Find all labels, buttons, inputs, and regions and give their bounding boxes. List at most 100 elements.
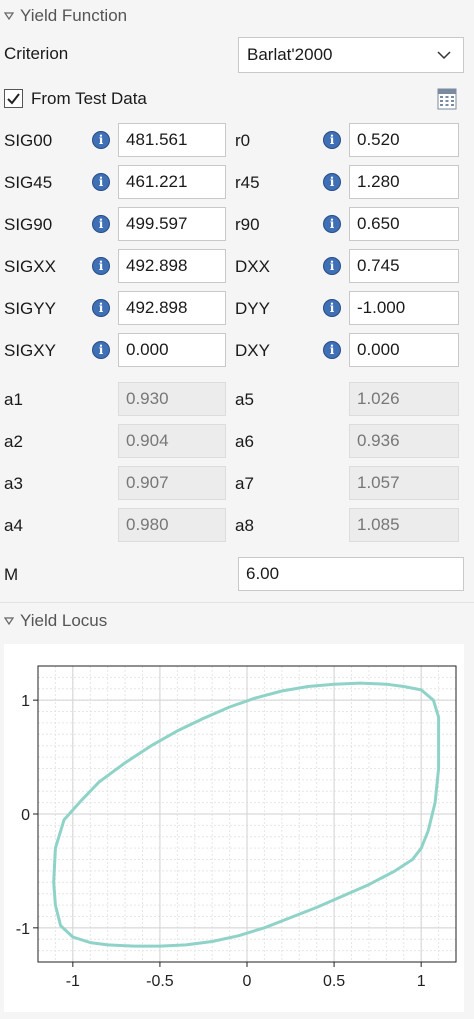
coeff-value: 0.936 [357, 431, 400, 450]
param-label: SIGXY [4, 341, 56, 360]
param-value: 0.000 [357, 340, 400, 359]
yield-function-header[interactable]: Yield Function [0, 2, 127, 30]
m-field[interactable]: 6.00 [238, 557, 464, 591]
info-icon[interactable]: i [323, 173, 341, 191]
coeff-field: 0.904 [118, 424, 226, 458]
yield-locus-plot[interactable]: -1 -0.5 0 0.5 1 -1 0 1 [4, 644, 464, 1012]
section-title: Yield Function [20, 6, 128, 25]
coeff-label: a4 [4, 516, 23, 535]
coeff-field: 0.907 [118, 466, 226, 500]
y-tick-label: 0 [21, 807, 30, 824]
coeff-value: 1.057 [357, 473, 400, 492]
param-field[interactable]: 0.000 [118, 333, 226, 367]
info-icon[interactable]: i [323, 131, 341, 149]
param-field[interactable]: 1.280 [349, 165, 459, 199]
coeff-field: 1.026 [349, 382, 459, 416]
info-icon[interactable]: i [92, 173, 110, 191]
coeff-field: 0.980 [118, 508, 226, 542]
coeff-value: 0.907 [126, 473, 169, 492]
criterion-value: Barlat'2000 [247, 45, 333, 64]
coeff-label: a2 [4, 432, 23, 451]
param-label: r0 [235, 131, 251, 150]
param-value: 461.221 [126, 172, 188, 191]
coeff-label: a6 [235, 432, 254, 451]
collapse-triangle-icon [4, 12, 14, 21]
table-icon[interactable] [437, 88, 457, 110]
criterion-select[interactable]: Barlat'2000 [238, 37, 464, 73]
param-label: r90 [235, 215, 260, 234]
coeff-value: 1.026 [357, 389, 400, 408]
param-field[interactable]: 499.597 [118, 207, 226, 241]
param-field[interactable]: 0.745 [349, 249, 459, 283]
coeff-label: a1 [4, 390, 23, 409]
coeff-value: 1.085 [357, 515, 400, 534]
param-field[interactable]: 0.000 [349, 333, 459, 367]
x-tick-label: -0.5 [146, 973, 174, 990]
param-field[interactable]: 0.520 [349, 123, 459, 157]
coeff-value: 0.904 [126, 431, 169, 450]
param-label: DXX [235, 257, 270, 276]
m-label: M [4, 565, 19, 584]
coeff-field: 0.936 [349, 424, 459, 458]
info-icon[interactable]: i [323, 341, 341, 359]
yield-locus-chart: -1 -0.5 0 0.5 1 -1 0 1 [16, 665, 457, 990]
from-test-data-checkbox[interactable] [4, 89, 23, 108]
info-icon[interactable]: i [92, 341, 110, 359]
coeff-value: 0.930 [126, 389, 169, 408]
param-label: DYY [235, 299, 270, 318]
param-field[interactable]: 492.898 [118, 249, 226, 283]
x-tick-label: -1 [66, 973, 80, 990]
coeff-field: 1.057 [349, 466, 459, 500]
x-tick-label: 1 [417, 973, 426, 990]
param-field[interactable]: 0.650 [349, 207, 459, 241]
coeff-value: 0.980 [126, 515, 169, 534]
param-value: 0.745 [357, 256, 400, 275]
param-label: r45 [235, 173, 260, 192]
param-label: SIGYY [4, 299, 56, 318]
param-label: SIG00 [4, 131, 53, 150]
param-value: -1.000 [357, 298, 406, 317]
y-tick-label: 1 [21, 693, 30, 710]
param-label: SIGXX [4, 257, 56, 276]
info-icon[interactable]: i [92, 131, 110, 149]
collapse-triangle-icon [4, 617, 14, 626]
checkmark-icon [7, 93, 20, 105]
yield-locus-header[interactable]: Yield Locus [0, 607, 107, 635]
param-field[interactable]: 481.561 [118, 123, 226, 157]
x-tick-label: 0 [243, 973, 252, 990]
coeff-label: a3 [4, 474, 23, 493]
param-value: 1.280 [357, 172, 400, 191]
section-divider [0, 602, 474, 603]
param-value: 499.597 [126, 214, 188, 233]
chevron-down-icon [437, 51, 451, 60]
param-value: 481.561 [126, 130, 188, 149]
x-tick-label: 0.5 [323, 973, 345, 990]
param-value: 0.520 [357, 130, 400, 149]
param-value: 492.898 [126, 298, 188, 317]
param-field[interactable]: 492.898 [118, 291, 226, 325]
coeff-field: 0.930 [118, 382, 226, 416]
param-field[interactable]: -1.000 [349, 291, 459, 325]
info-icon[interactable]: i [323, 215, 341, 233]
param-value: 0.000 [126, 340, 169, 359]
criterion-label: Criterion [4, 44, 69, 63]
param-field[interactable]: 461.221 [118, 165, 226, 199]
section-title: Yield Locus [20, 611, 108, 630]
info-icon[interactable]: i [92, 215, 110, 233]
info-icon[interactable]: i [92, 257, 110, 275]
info-icon[interactable]: i [323, 299, 341, 317]
info-icon[interactable]: i [92, 299, 110, 317]
y-tick-label: -1 [16, 921, 30, 938]
coeff-label: a8 [235, 516, 254, 535]
coeff-label: a5 [235, 390, 254, 409]
param-label: SIG90 [4, 215, 53, 234]
param-label: DXY [235, 341, 270, 360]
m-value: 6.00 [246, 564, 280, 583]
param-value: 0.650 [357, 214, 400, 233]
info-icon[interactable]: i [323, 257, 341, 275]
param-label: SIG45 [4, 173, 53, 192]
from-test-data-label: From Test Data [31, 89, 147, 108]
coeff-field: 1.085 [349, 508, 459, 542]
coeff-label: a7 [235, 474, 254, 493]
param-value: 492.898 [126, 256, 188, 275]
